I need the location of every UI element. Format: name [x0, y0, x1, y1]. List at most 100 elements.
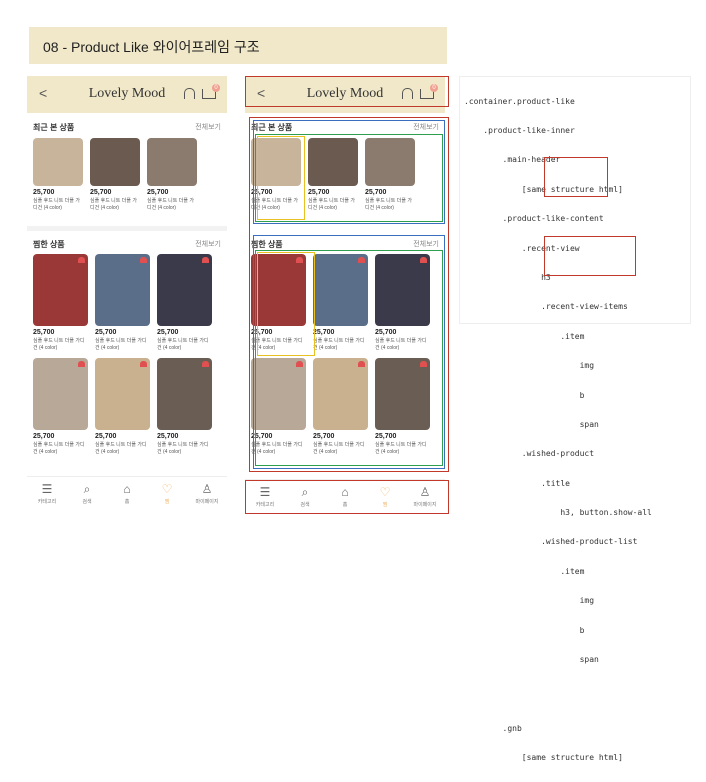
bell-icon[interactable]	[402, 88, 413, 99]
phone-mockup-plain: < Lovely Mood 0 최근 본 상품 전체보기 25,700 심플 후드…	[27, 76, 227, 514]
product-price: 25,700	[33, 433, 55, 440]
product-image	[33, 138, 83, 186]
product-image	[251, 358, 306, 430]
list-item[interactable]: 25,700 심플 후드 니트 더플 가디건 (4 color)	[251, 358, 306, 456]
gnb-tab-home[interactable]: ⌂ 홈	[328, 480, 362, 518]
heart-icon[interactable]	[420, 361, 427, 367]
gnb-label: 검색	[300, 502, 310, 508]
banner-title: 08 - Product Like 와이어프레임 구조	[43, 39, 260, 55]
recent-view-items: 25,700 심플 후드 니트 더플 가디건 (4 color) 25,700 심플…	[33, 138, 197, 212]
gnb-tab-search[interactable]: ⌕ 검색	[288, 480, 322, 518]
heart-icon[interactable]	[296, 361, 303, 367]
list-item[interactable]: 25,700 심플 후드 니트 더플 가디건 (4 color)	[157, 358, 212, 456]
code-line: .container.product-like	[464, 96, 575, 106]
product-price: 25,700	[313, 329, 335, 336]
list-item[interactable]: 25,700 심플 후드 니트 더플 가디건 (4 color)	[90, 138, 140, 212]
list-item[interactable]: 25,700 심플 후드 니트 더플 가디건 (4 color)	[375, 358, 430, 456]
gnb-tab-category[interactable]: ☰ 카테고리	[30, 477, 64, 515]
list-item[interactable]: 25,700 심플 후드 니트 더플 가디건 (4 color)	[251, 254, 306, 352]
list-item[interactable]: 25,700 심플 후드 니트 더플 가디건 (4 color)	[251, 138, 301, 212]
page-banner: 08 - Product Like 와이어프레임 구조	[29, 27, 447, 64]
home-icon: ⌂	[123, 482, 131, 496]
list-item[interactable]: 25,700 심플 후드 니트 더플 가디건 (4 color)	[95, 358, 150, 456]
product-price: 25,700	[95, 433, 117, 440]
code-line: [same structure html]	[464, 184, 623, 194]
wished-show-all[interactable]: 전체보기	[195, 239, 221, 249]
heart-icon[interactable]	[420, 257, 427, 263]
phone-mockup-annotated: < Lovely Mood 0 최근 본 상품 전체보기 25,700 심플 후드…	[245, 76, 449, 518]
gnb-tab-category[interactable]: ☰ 카테고리	[248, 480, 282, 518]
list-item[interactable]: 25,700 심플 후드 니트 더플 가디건 (4 color)	[375, 254, 430, 352]
gnb-tab-mypage[interactable]: ♙ 마이페이지	[408, 480, 442, 518]
product-price: 25,700	[90, 189, 112, 196]
code-line: img	[464, 596, 595, 606]
recent-show-all[interactable]: 전체보기	[195, 122, 221, 132]
product-desc: 심플 후드 니트 더플 가디건 (4 color)	[95, 338, 147, 351]
product-image	[157, 254, 212, 326]
gnb-label: 카테고리	[255, 502, 275, 508]
gnb-label: 찜	[164, 499, 170, 505]
gnb-tab-like[interactable]: ♡ 찜	[150, 477, 184, 515]
product-price: 25,700	[313, 433, 335, 440]
recent-view-items: 25,700 심플 후드 니트 더플 가디건 (4 color) 25,700 심플…	[251, 138, 415, 212]
code-line: .recent-view	[464, 243, 580, 253]
list-item[interactable]: 25,700 심플 후드 니트 더플 가디건 (4 color)	[33, 138, 83, 212]
list-item[interactable]: 25,700 심플 후드 니트 더플 가디건 (4 color)	[313, 358, 368, 456]
code-line: span	[464, 419, 599, 429]
product-desc: 심플 후드 니트 더플 가디건 (4 color)	[90, 198, 137, 211]
gnb-label: 검색	[82, 499, 92, 505]
menu-icon: ☰	[259, 485, 271, 499]
gnb-label: 마이페이지	[195, 499, 219, 505]
heart-icon[interactable]	[202, 257, 209, 263]
product-desc: 심플 후드 니트 더플 가디건 (4 color)	[251, 442, 303, 455]
list-item[interactable]: 25,700 심플 후드 니트 더플 가디건 (4 color)	[33, 358, 88, 456]
cart-badge: 0	[430, 84, 438, 92]
heart-icon[interactable]	[296, 257, 303, 263]
list-item[interactable]: 25,700 심플 후드 니트 더플 가디건 (4 color)	[313, 254, 368, 352]
list-item[interactable]: 25,700 심플 후드 니트 더플 가디건 (4 color)	[365, 138, 415, 212]
product-image	[33, 358, 88, 430]
list-item[interactable]: 25,700 심플 후드 니트 더플 가디건 (4 color)	[147, 138, 197, 212]
heart-icon[interactable]	[78, 257, 85, 263]
product-desc: 심플 후드 니트 더플 가디건 (4 color)	[33, 338, 85, 351]
code-line: .wished-product-list	[464, 537, 638, 547]
product-price: 25,700	[365, 189, 387, 196]
heart-icon[interactable]	[202, 361, 209, 367]
list-item[interactable]: 25,700 심플 후드 니트 더플 가디건 (4 color)	[95, 254, 150, 352]
bell-icon[interactable]	[184, 88, 195, 99]
product-desc: 심플 후드 니트 더플 가디건 (4 color)	[313, 442, 365, 455]
gnb-tab-mypage[interactable]: ♙ 마이페이지	[190, 477, 224, 515]
product-desc: 심플 후드 니트 더플 가디건 (4 color)	[308, 198, 355, 211]
product-image	[251, 138, 301, 186]
cart-badge: 0	[212, 84, 220, 92]
list-item[interactable]: 25,700 심플 후드 니트 더플 가디건 (4 color)	[308, 138, 358, 212]
product-image	[95, 254, 150, 326]
code-line: .gnb	[464, 723, 522, 733]
wished-show-all[interactable]: 전체보기	[413, 239, 439, 249]
menu-icon: ☰	[41, 482, 53, 496]
gnb-tab-search[interactable]: ⌕ 검색	[70, 477, 104, 515]
product-price: 25,700	[33, 329, 55, 336]
list-item[interactable]: 25,700 심플 후드 니트 더플 가디건 (4 color)	[33, 254, 88, 352]
gnb-tab-like[interactable]: ♡ 찜	[368, 480, 402, 518]
code-line: .item	[464, 331, 585, 341]
heart-icon[interactable]	[78, 361, 85, 367]
gnb-tab-home[interactable]: ⌂ 홈	[110, 477, 144, 515]
product-desc: 심플 후드 니트 더플 가디건 (4 color)	[251, 198, 298, 211]
gnb-label: 카테고리	[37, 499, 57, 505]
gnb-label: 마이페이지	[413, 502, 437, 508]
product-price: 25,700	[251, 433, 273, 440]
list-item[interactable]: 25,700 심플 후드 니트 더플 가디건 (4 color)	[157, 254, 212, 352]
heart-icon[interactable]	[140, 257, 147, 263]
code-line: .title	[464, 478, 570, 488]
product-price: 25,700	[95, 329, 117, 336]
heart-icon[interactable]	[140, 361, 147, 367]
product-price: 25,700	[251, 189, 273, 196]
product-price: 25,700	[375, 433, 397, 440]
heart-icon[interactable]	[358, 361, 365, 367]
product-desc: 심플 후드 니트 더플 가디건 (4 color)	[33, 198, 80, 211]
main-header: < Lovely Mood 0	[27, 76, 227, 113]
heart-icon[interactable]	[358, 257, 365, 263]
product-price: 25,700	[375, 329, 397, 336]
recent-show-all[interactable]: 전체보기	[413, 122, 439, 132]
